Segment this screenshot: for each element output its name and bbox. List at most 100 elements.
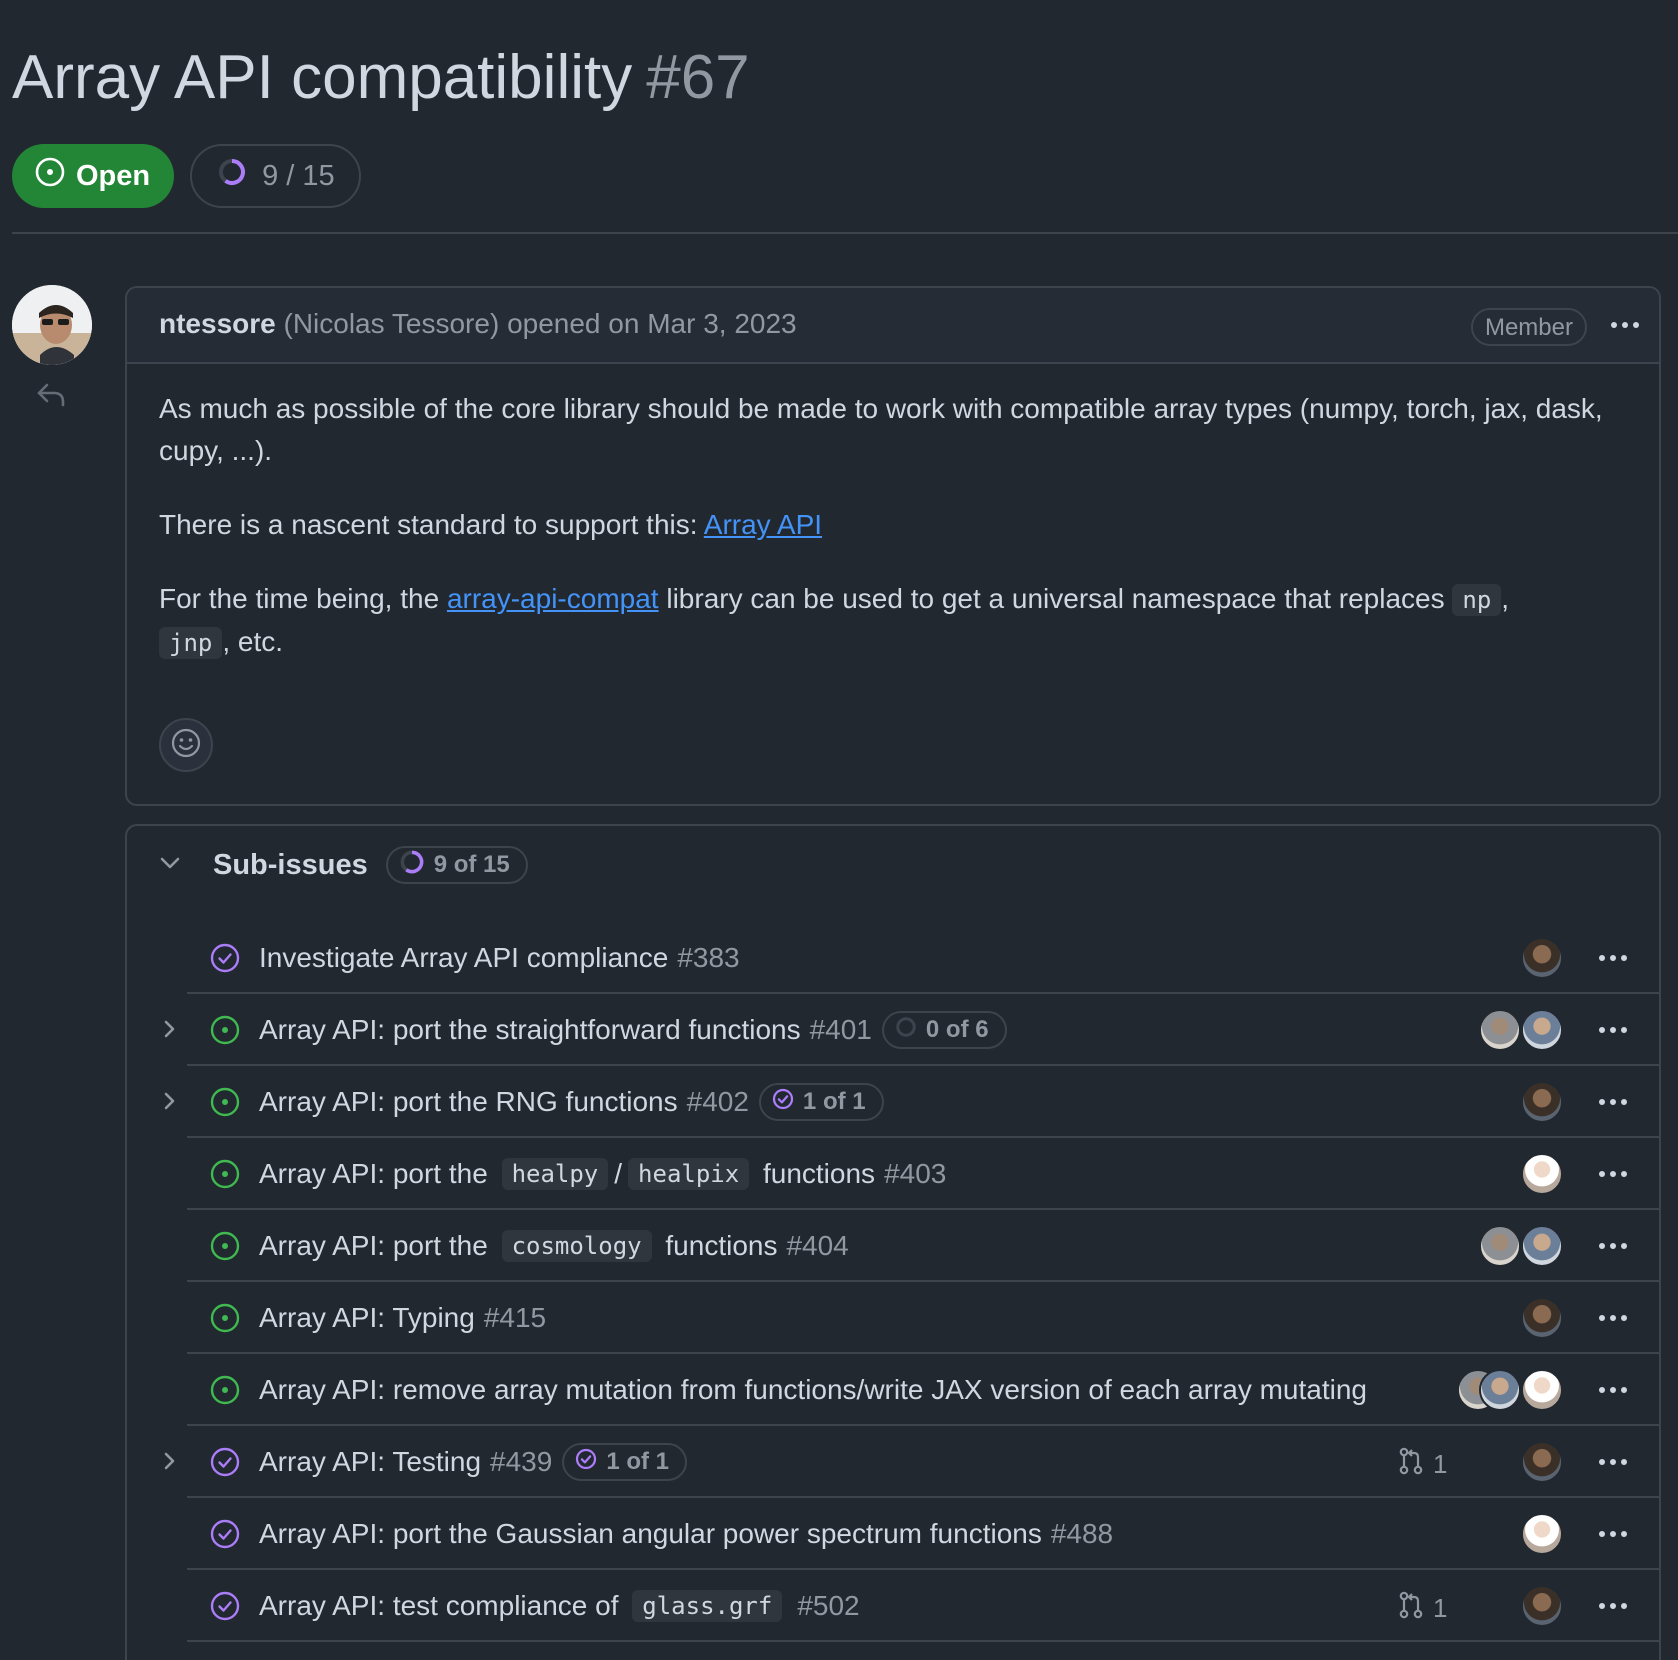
assignee-avatars[interactable] [1521,1513,1563,1555]
assignee-avatars[interactable] [1521,1153,1563,1195]
p2-text: There is a nascent standard to support t… [159,509,704,540]
avatar[interactable] [1521,937,1563,979]
assignee-avatars[interactable] [1521,937,1563,979]
issue-open-icon [209,1014,241,1051]
code-jnp: jnp [159,627,223,659]
code-np: np [1452,584,1502,616]
issue-number: #67 [646,43,750,112]
sub-issue-row[interactable]: Array API: test compliance of glass.grf #… [127,1570,1659,1642]
avatar[interactable] [1521,1513,1563,1555]
expand-chevron-icon[interactable] [159,1016,181,1047]
sub-issue-options-button[interactable] [1599,1171,1627,1177]
sub-issue-options-button[interactable] [1599,1027,1627,1033]
issue-progress-badge[interactable]: 9 / 15 [190,144,361,208]
avatar[interactable] [1521,1297,1563,1339]
avatar[interactable] [1521,1153,1563,1195]
sub-issue-options-button[interactable] [1599,1243,1627,1249]
avatar[interactable] [1479,1369,1521,1411]
issue-closed-icon [209,1590,241,1627]
sub-issues-list: Investigate Array API compliance #383 Arra… [127,922,1659,1642]
sub-issue-row[interactable]: Array API: port the RNG functions #402 1 o… [127,1066,1659,1138]
smiley-icon [170,727,202,764]
avatar[interactable] [1521,1369,1563,1411]
sub-issue-options-button[interactable] [1599,1531,1627,1537]
issue-open-icon [209,1374,241,1411]
sub-issue-count-badge: 1 of 1 [758,1083,884,1121]
sub-issue-options-button[interactable] [1599,1387,1627,1393]
sub-issue-options-button[interactable] [1599,1315,1627,1321]
sub-issue-number: #402 [686,1086,749,1117]
sub-issue-row[interactable]: Array API: port the cosmology functions #… [127,1210,1659,1282]
issue-closed-icon [209,1446,241,1483]
sub-issue-options-button[interactable] [1599,955,1627,961]
sub-issue-title[interactable]: Array API: remove array mutation from fu… [259,1354,1369,1426]
sub-issues-header: Sub-issues 9 of 15 [157,846,528,884]
comment-meta: ntessore (Nicolas Tessore) opened on Mar… [159,308,797,340]
sub-issue-row[interactable]: Array API: port the healpy / healpix funct… [127,1138,1659,1210]
issue-open-icon [209,1230,241,1267]
sub-issue-row[interactable]: Array API: remove array mutation from fu… [127,1354,1659,1426]
comment-options-button[interactable] [1611,322,1639,328]
sub-issue-title-text: Array API: port the straightforward func… [259,1014,801,1045]
array-api-compat-link[interactable]: array-api-compat [447,583,659,614]
comment-paragraph-2: There is a nascent standard to support t… [159,504,1627,546]
sub-issue-title[interactable]: Array API: test compliance of glass.grf #… [259,1570,1369,1642]
avatar[interactable] [1521,1441,1563,1483]
assignee-avatars[interactable] [1479,1225,1563,1267]
sub-issue-title[interactable]: Array API: Testing #439 1 of 1 [259,1426,1369,1498]
sub-issue-row[interactable]: Array API: port the Gaussian angular pow… [127,1498,1659,1570]
completed-icon [771,1087,795,1118]
p3-sep: , [1501,583,1510,614]
add-reaction-button[interactable] [159,718,213,772]
sub-issue-row[interactable]: Array API: port the straightforward func… [127,994,1659,1066]
progress-ring-icon [398,848,426,883]
issue-state-badge: Open [12,144,175,208]
avatar[interactable] [1479,1009,1521,1051]
sub-issue-title[interactable]: Array API: port the RNG functions #402 1 o… [259,1066,1369,1138]
sub-issue-row[interactable]: Array API: Typing #415 [127,1282,1659,1354]
assignee-avatars[interactable] [1521,1441,1563,1483]
expand-chevron-icon[interactable] [159,1448,181,1479]
assignee-avatars[interactable] [1521,1297,1563,1339]
sub-issue-count-label: 1 of 1 [606,1448,670,1475]
expand-chevron-icon[interactable] [159,1088,181,1119]
sub-issue-options-button[interactable] [1599,1603,1627,1609]
array-api-link[interactable]: Array API [704,509,822,540]
sub-issue-row[interactable]: Array API: Testing #439 1 of 1 1 [127,1426,1659,1498]
sub-issue-title-text: Array API: Typing [259,1302,475,1333]
comment-author[interactable]: ntessore [159,308,276,339]
reply-icon [36,382,66,413]
sub-issue-row[interactable]: Investigate Array API compliance #383 [127,922,1659,994]
linked-pr-count[interactable]: 1 [1397,1590,1447,1627]
assignee-avatars[interactable] [1521,1081,1563,1123]
comment-author-fullname: (Nicolas Tessore) [283,308,500,339]
issue-progress-label: 9 / 15 [262,159,335,192]
avatar[interactable] [1521,1009,1563,1051]
completed-icon [574,1447,598,1478]
avatar[interactable] [1521,1081,1563,1123]
sub-issue-title[interactable]: Array API: port the cosmology functions #… [259,1210,1369,1282]
author-avatar[interactable] [12,285,92,365]
avatar[interactable] [1521,1585,1563,1627]
sub-issue-title[interactable]: Array API: port the Gaussian angular pow… [259,1498,1369,1570]
linked-pr-count[interactable]: 1 [1397,1446,1447,1483]
sub-issues-title: Sub-issues [213,848,368,881]
sub-issue-title-text: Array API: port the RNG functions [259,1086,678,1117]
assignee-avatars[interactable] [1521,1585,1563,1627]
linked-pr-count-label: 1 [1433,1593,1448,1623]
sub-issue-title[interactable]: Investigate Array API compliance #383 [259,922,1369,994]
sub-issue-title[interactable]: Array API: port the straightforward func… [259,994,1369,1066]
assignee-avatars[interactable] [1457,1369,1563,1411]
sub-issue-title[interactable]: Array API: Typing #415 [259,1282,1369,1354]
sub-issue-title[interactable]: Array API: port the healpy / healpix funct… [259,1138,1369,1210]
sub-issue-options-button[interactable] [1599,1459,1627,1465]
avatar[interactable] [1521,1225,1563,1267]
progress-ring-icon [894,1015,918,1046]
issue-closed-icon [209,942,241,979]
member-badge: Member [1470,308,1587,346]
sub-issue-number: #415 [483,1302,547,1333]
collapse-chevron-icon[interactable] [157,850,183,881]
sub-issue-options-button[interactable] [1599,1099,1627,1105]
avatar[interactable] [1479,1225,1521,1267]
assignee-avatars[interactable] [1479,1009,1563,1051]
